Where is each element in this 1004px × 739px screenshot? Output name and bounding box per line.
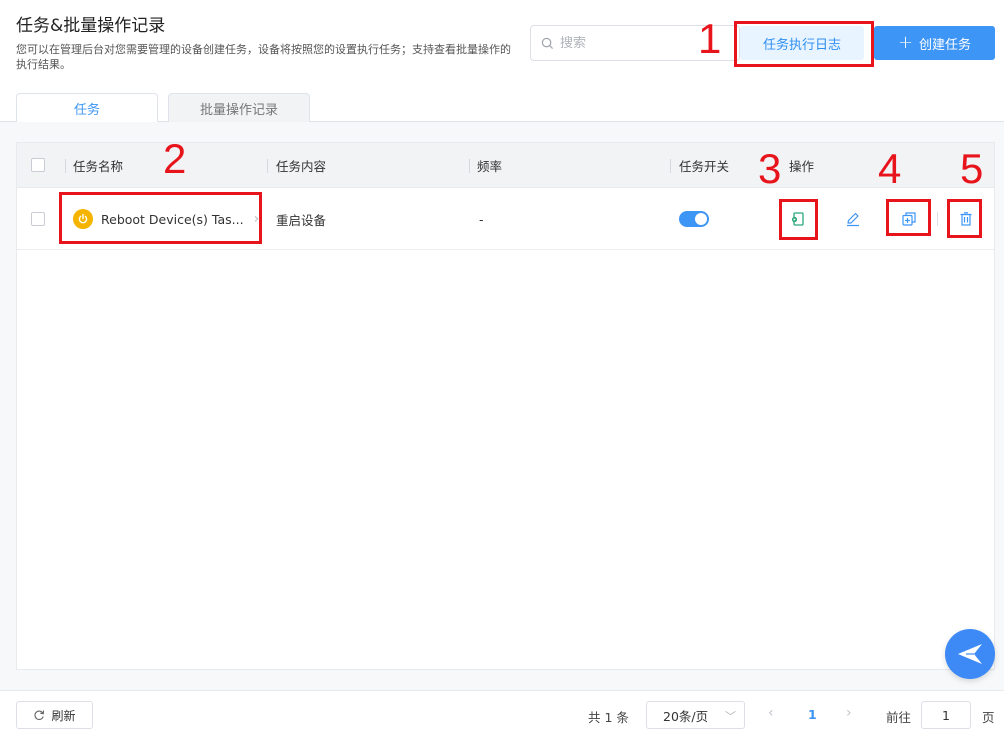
tab-bar: 任务 批量操作记录 <box>0 93 1004 123</box>
annotation-box-3 <box>779 199 818 240</box>
create-task-label: 创建任务 <box>919 37 972 53</box>
page-header: 任务&批量操作记录 您可以在管理后台对您需要管理的设备创建任务，设备将按照您的设… <box>16 14 516 72</box>
annotation-number-1: 1 <box>698 15 722 62</box>
annotation-number-5: 5 <box>960 145 984 192</box>
paper-plane-icon <box>958 644 982 664</box>
row-checkbox[interactable] <box>31 212 45 226</box>
page-title: 任务&批量操作记录 <box>16 16 166 36</box>
select-all-checkbox[interactable] <box>31 158 45 172</box>
toggle-knob <box>695 213 707 225</box>
plus-icon: + <box>897 32 914 53</box>
annotation-number-2: 2 <box>163 135 187 182</box>
task-toggle-cell <box>679 188 709 250</box>
goto-page-input[interactable] <box>921 701 971 729</box>
task-enable-toggle[interactable] <box>679 211 709 227</box>
page-size-select[interactable]: 20条/页 ﹀ <box>646 701 745 729</box>
search-input[interactable] <box>560 35 710 51</box>
column-divider <box>267 159 268 173</box>
action-divider <box>937 212 938 226</box>
task-frequency: - <box>479 211 484 227</box>
send-feedback-button[interactable] <box>945 629 995 679</box>
annotation-box-4 <box>886 199 931 236</box>
pagination-footer: 刷新 共 1 条 20条/页 ﹀ ‹ 1 › 前往 页 <box>0 690 1004 739</box>
next-page-icon[interactable]: › <box>846 705 852 721</box>
task-content: 重启设备 <box>276 212 327 228</box>
annotation-box-2 <box>59 192 262 244</box>
search-icon <box>541 37 554 49</box>
page-unit-label: 页 <box>982 710 995 725</box>
create-task-button[interactable]: + 创建任务 <box>874 26 995 60</box>
refresh-button[interactable]: 刷新 <box>16 701 93 729</box>
annotation-number-4: 4 <box>878 145 902 192</box>
column-header-frequency: 频率 <box>477 159 503 174</box>
column-header-actions: 操作 <box>789 159 815 174</box>
edit-icon[interactable] <box>840 206 866 232</box>
annotation-box-1 <box>734 21 874 67</box>
column-header-name: 任务名称 <box>73 159 124 174</box>
prev-page-icon[interactable]: ‹ <box>768 705 774 721</box>
chevron-down-icon: ﹀ <box>725 710 736 723</box>
column-header-content: 任务内容 <box>276 159 327 174</box>
annotation-box-5 <box>947 199 982 238</box>
column-divider <box>469 159 470 173</box>
refresh-icon <box>34 710 45 720</box>
page-size-value: 20条/页 <box>663 708 709 724</box>
column-divider <box>670 159 671 173</box>
annotation-number-3: 3 <box>758 145 782 192</box>
current-page[interactable]: 1 <box>808 707 817 722</box>
refresh-label: 刷新 <box>51 708 76 723</box>
tab-batch-records[interactable]: 批量操作记录 <box>168 93 310 122</box>
tab-tasks[interactable]: 任务 <box>16 93 158 123</box>
total-count: 共 1 条 <box>588 710 629 725</box>
page-description: 您可以在管理后台对您需要管理的设备创建任务，设备将按照您的设置执行任务；支持查看… <box>16 43 511 71</box>
goto-label: 前往 <box>886 710 912 725</box>
column-divider <box>65 159 66 173</box>
column-header-toggle: 任务开关 <box>679 159 730 174</box>
